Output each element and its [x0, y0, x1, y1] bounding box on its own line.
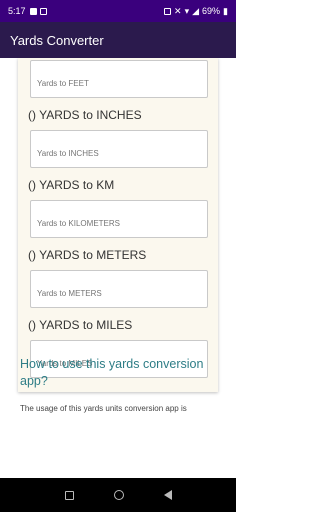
yards-to-miles-label: () YARDS to MILES	[28, 318, 133, 332]
image-notification-icon	[39, 7, 47, 15]
yards-to-feet-input[interactable]	[30, 60, 208, 98]
signal-icon: ◢	[192, 5, 200, 16]
howto-text: The usage of this yards units conversion…	[20, 404, 187, 413]
back-button[interactable]	[163, 490, 172, 500]
yards-to-inches-label: () YARDS to INCHES	[28, 108, 142, 122]
battery-icon: ▮	[223, 5, 228, 16]
app-bar: Yards Converter	[0, 22, 236, 58]
yards-to-meters-input[interactable]	[30, 270, 208, 308]
nfc-icon	[164, 7, 172, 15]
converter-card: () YARDS to INCHES () YARDS to KM () YAR…	[18, 58, 218, 392]
status-bar: 5:17 ✕ ▾ ◢ 69% ▮	[0, 0, 236, 22]
howto-heading: How to use this yards conversion app?	[20, 357, 204, 388]
yards-to-km-input[interactable]	[30, 200, 208, 238]
system-icons: ✕ ▾ ◢ 69% ▮	[164, 6, 228, 17]
wifi-icon: ▾	[184, 5, 190, 16]
notification-icons	[29, 7, 47, 15]
converter-content[interactable]: () YARDS to INCHES () YARDS to KM () YAR…	[0, 58, 236, 478]
message-notification-icon	[29, 7, 37, 15]
yards-to-inches-input[interactable]	[30, 130, 208, 168]
app-title: Yards Converter	[10, 32, 104, 48]
recents-button[interactable]	[64, 490, 74, 500]
battery-percent: 69%	[202, 6, 221, 16]
status-time: 5:17	[8, 6, 26, 16]
mute-icon: ✕	[174, 5, 182, 16]
yards-to-meters-label: () YARDS to METERS	[28, 248, 147, 262]
yards-to-km-label: () YARDS to KM	[28, 178, 115, 192]
home-button[interactable]	[113, 490, 124, 500]
navigation-bar	[0, 478, 236, 512]
